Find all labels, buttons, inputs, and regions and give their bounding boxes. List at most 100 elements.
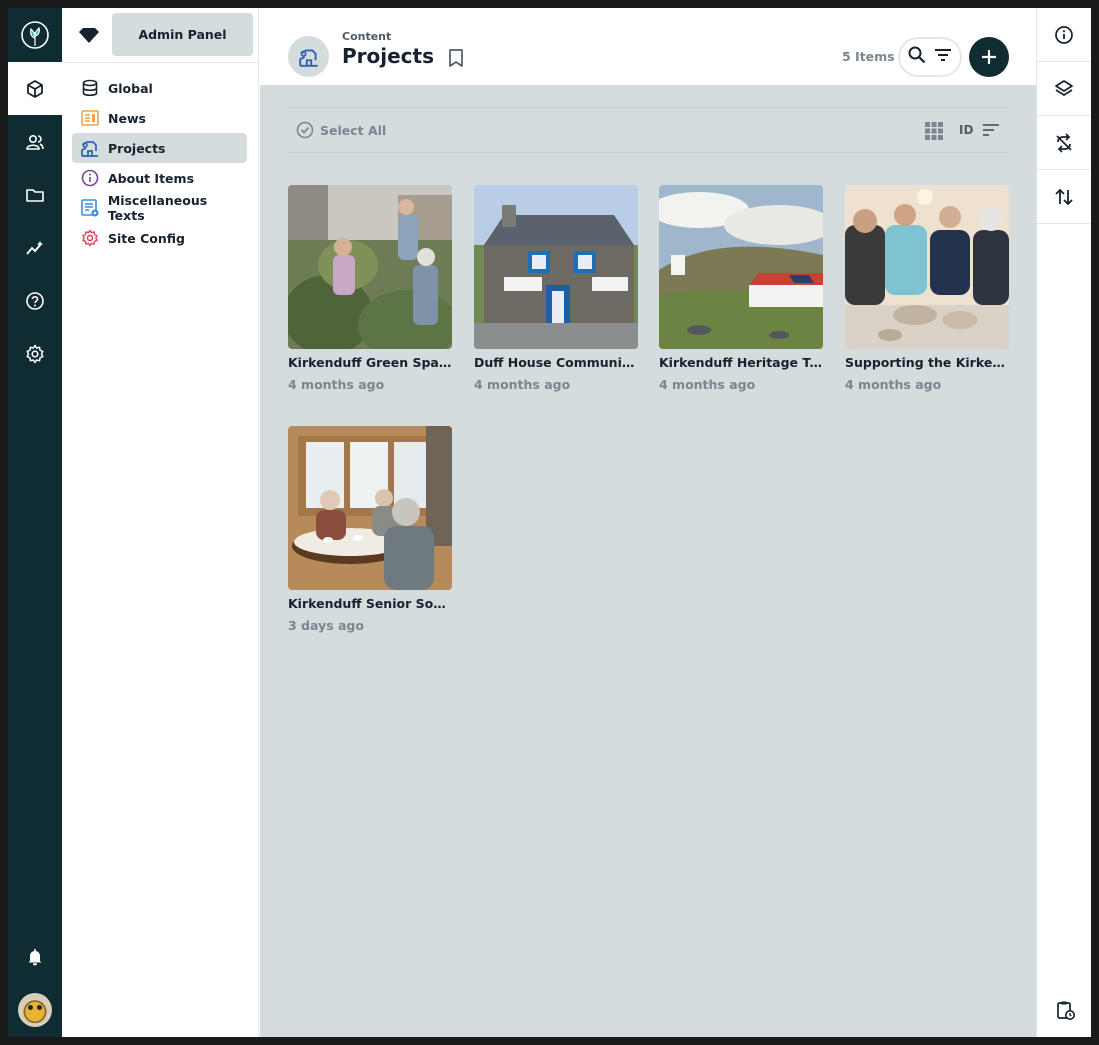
sort-icon	[983, 124, 999, 136]
search-button[interactable]	[907, 45, 927, 69]
sort-direction-button[interactable]	[982, 122, 1000, 142]
nav-item-label: Site Config	[108, 230, 185, 246]
senior-social-tea-photo	[288, 426, 452, 590]
search-icon	[908, 46, 926, 64]
clipboard-clock-icon	[1056, 1001, 1075, 1020]
check-circle-icon	[296, 121, 314, 139]
cube-icon	[27, 79, 43, 98]
users-module-button[interactable]	[8, 115, 62, 168]
search-filter-box	[898, 37, 962, 77]
card-date: 3 days ago	[288, 618, 364, 633]
help-icon	[26, 291, 44, 310]
card-thumbnail	[659, 185, 823, 349]
project-diamond-icon	[78, 25, 100, 49]
projects-icon	[288, 36, 329, 77]
sidebar-layout-button[interactable]	[1037, 62, 1091, 116]
grid-icon	[925, 122, 943, 140]
nav-item-projects[interactable]: Projects	[72, 133, 247, 163]
nav-item-label: About Items	[108, 170, 195, 186]
card-title: Duff House Community...	[474, 355, 638, 370]
card-title: Kirkenduff Green Spac...	[288, 355, 452, 370]
filter-icon	[935, 49, 951, 61]
select-all-button[interactable]: Select All	[296, 121, 386, 139]
page-title: Projects	[342, 44, 435, 68]
card-thumbnail	[474, 185, 638, 349]
card-thumbnail	[288, 426, 452, 590]
folder-icon	[26, 188, 44, 202]
garden-volunteers-photo	[288, 185, 452, 349]
card-date: 4 months ago	[659, 377, 756, 392]
right-sidebar	[1036, 8, 1091, 1037]
card-date: 4 months ago	[845, 377, 942, 392]
info-icon	[1055, 25, 1073, 44]
article-icon	[80, 198, 100, 218]
bookmark-button[interactable]	[447, 48, 465, 72]
nav-item-label: News	[108, 110, 146, 126]
item-count: 5 Items	[842, 49, 895, 64]
database-icon	[80, 78, 100, 98]
newspaper-icon	[80, 108, 100, 128]
collection-list: Global News Projects About Items Miscell…	[62, 63, 258, 253]
content-module-button[interactable]	[8, 62, 62, 115]
settings-icon	[26, 344, 44, 363]
module-bar	[8, 8, 62, 1037]
community-house-photo	[474, 185, 638, 349]
select-all-label: Select All	[320, 122, 387, 138]
card-date: 4 months ago	[474, 377, 571, 392]
navigation-panel: Admin Panel Global News Projects About I…	[62, 8, 259, 1037]
heritage-landscape-photo	[659, 185, 823, 349]
nav-header: Admin Panel	[62, 8, 258, 63]
gear-icon	[80, 228, 100, 248]
info-icon	[80, 168, 100, 188]
settings-module-button[interactable]	[8, 327, 62, 380]
app-window: Admin Panel Global News Projects About I…	[8, 8, 1091, 1037]
grid-size-button[interactable]	[924, 121, 944, 145]
page-header: Content Projects 5 Items	[260, 8, 1036, 85]
sidebar-history-button[interactable]	[1037, 983, 1091, 1037]
card-thumbnail	[845, 185, 1009, 349]
sidebar-sync-button[interactable]	[1037, 116, 1091, 170]
app-logo[interactable]	[8, 8, 62, 62]
help-module-button[interactable]	[8, 274, 62, 327]
files-module-button[interactable]	[8, 168, 62, 221]
insights-icon	[26, 240, 43, 255]
project-card[interactable]: Kirkenduff Senior Socia... 3 days ago	[288, 426, 452, 633]
admin-panel-button[interactable]: Admin Panel	[112, 13, 253, 56]
nav-item-news[interactable]: News	[72, 103, 247, 133]
nav-item-site-config[interactable]: Site Config	[72, 223, 247, 253]
filter-button[interactable]	[933, 45, 953, 69]
nav-item-label: Projects	[108, 140, 166, 156]
avatar	[18, 993, 52, 1027]
project-card[interactable]: Kirkenduff Heritage Tra... 4 months ago	[659, 185, 823, 392]
create-item-button[interactable]	[969, 37, 1009, 77]
card-title: Kirkenduff Heritage Tra...	[659, 355, 823, 370]
card-date: 4 months ago	[288, 377, 385, 392]
card-title: Kirkenduff Senior Socia...	[288, 596, 452, 611]
nav-item-miscellaneous-texts[interactable]: Miscellaneous Texts	[72, 193, 247, 223]
sidebar-import-export-button[interactable]	[1037, 170, 1091, 224]
nav-item-label: Miscellaneous Texts	[107, 193, 208, 223]
breadcrumb[interactable]: Content	[342, 30, 391, 43]
pottery-class-photo	[845, 185, 1009, 349]
project-card[interactable]: Kirkenduff Green Spac... 4 months ago	[288, 185, 452, 392]
sidebar-info-button[interactable]	[1037, 8, 1091, 62]
projects-icon	[80, 138, 100, 158]
project-card[interactable]: Duff House Community... 4 months ago	[474, 185, 638, 392]
nav-item-global[interactable]: Global	[72, 73, 247, 103]
import-export-icon	[1055, 188, 1073, 205]
notifications-button[interactable]	[8, 931, 62, 983]
nav-item-about-items[interactable]: About Items	[72, 163, 247, 193]
bell-icon	[28, 949, 42, 966]
project-card[interactable]: Supporting the Kirkend... 4 months ago	[845, 185, 1009, 392]
sync-disabled-icon	[1056, 132, 1072, 153]
sort-field-button[interactable]: ID	[959, 123, 973, 137]
layers-icon	[1055, 79, 1073, 96]
main-content: Content Projects 5 Items Select All ID K…	[260, 8, 1036, 1037]
card-thumbnail	[288, 185, 452, 349]
user-avatar-button[interactable]	[8, 983, 62, 1037]
users-icon	[26, 134, 44, 150]
layout-toolbar: Select All ID	[288, 107, 1009, 153]
card-title: Supporting the Kirkend...	[845, 355, 1009, 370]
nav-item-label: Global	[108, 80, 153, 96]
insights-module-button[interactable]	[8, 221, 62, 274]
